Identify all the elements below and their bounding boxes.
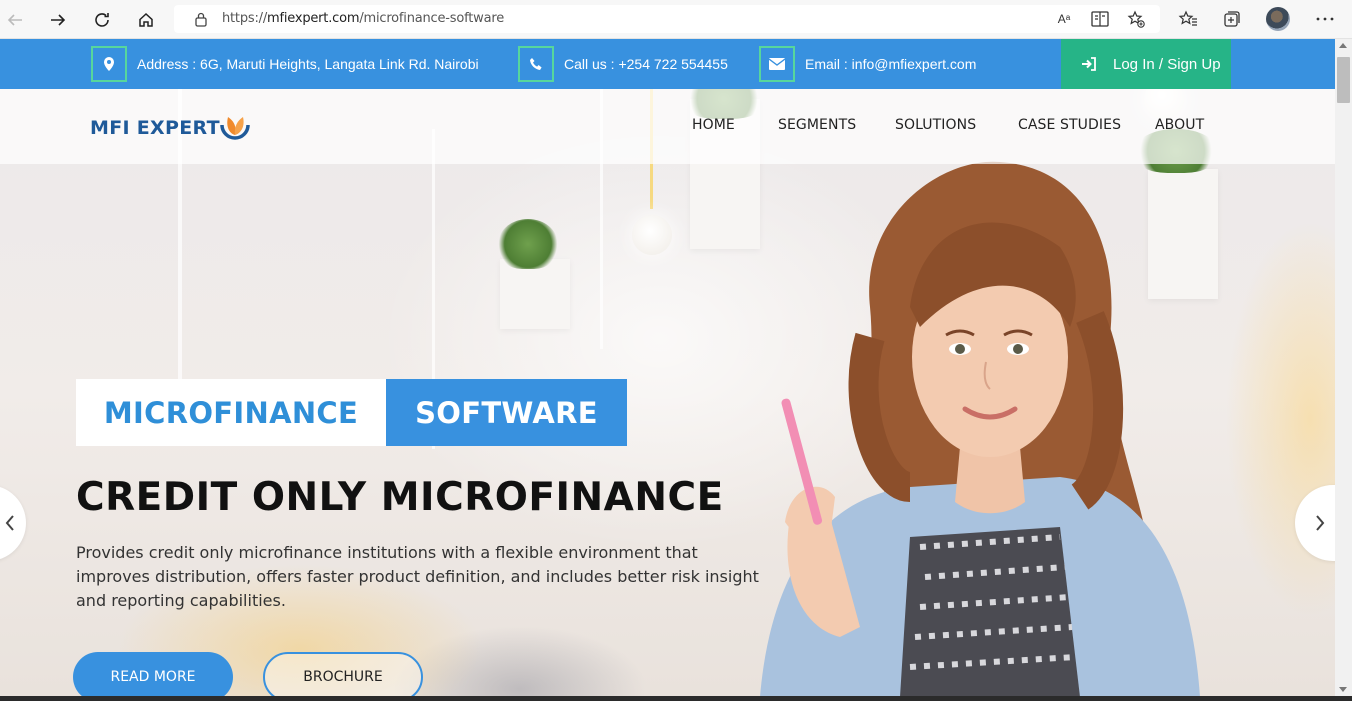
email-info[interactable]: Email : info@mfiexpert.com	[759, 46, 976, 82]
scroll-thumb[interactable]	[1337, 57, 1350, 103]
ceiling-lamp	[632, 215, 672, 255]
hero-tag-microfinance-text: MICROFINANCE	[103, 395, 359, 430]
nav-segments[interactable]: SEGMENTS	[778, 117, 856, 133]
hero-tag-software-text: SOFTWARE	[415, 395, 598, 430]
nav-solutions[interactable]: SOLUTIONS	[895, 117, 976, 133]
scroll-up-icon[interactable]	[1339, 43, 1347, 48]
url-text[interactable]: https://mfiexpert.com/microfinance-softw…	[222, 11, 504, 26]
envelope-icon	[759, 46, 795, 82]
read-more-button[interactable]: READ MORE	[73, 652, 233, 696]
reader-view-icon[interactable]	[1090, 10, 1110, 28]
web-page: Address : 6G, Maruti Heights, Langata Li…	[0, 39, 1335, 696]
taskbar-strip	[0, 696, 1352, 701]
back-icon[interactable]	[2, 7, 28, 33]
brochure-button[interactable]: BROCHURE	[263, 652, 423, 696]
woman-photo	[760, 161, 1200, 696]
chevron-left-icon	[5, 515, 14, 531]
read-aloud-icon[interactable]: Aᵃ	[1054, 10, 1074, 28]
sign-in-icon	[1082, 57, 1096, 71]
more-menu-icon[interactable]	[1314, 8, 1336, 30]
forward-icon[interactable]	[45, 7, 71, 33]
browser-toolbar: https://mfiexpert.com/microfinance-softw…	[0, 0, 1352, 39]
hero-tag-software: SOFTWARE	[386, 379, 627, 446]
favorites-icon[interactable]	[1177, 8, 1199, 30]
site-logo[interactable]: MFI EXPERT	[90, 113, 252, 143]
chevron-right-icon	[1316, 515, 1325, 531]
address-text: Address : 6G, Maruti Heights, Langata Li…	[137, 56, 479, 72]
address-bar[interactable]: https://mfiexpert.com/microfinance-softw…	[174, 5, 1160, 33]
phone-info[interactable]: Call us : +254 722 554455	[518, 46, 728, 82]
contact-topbar: Address : 6G, Maruti Heights, Langata Li…	[0, 39, 1335, 89]
nav-home[interactable]: HOME	[692, 117, 735, 133]
login-signup-button[interactable]: Log In / Sign Up	[1061, 39, 1231, 89]
add-favorite-icon[interactable]	[1126, 10, 1146, 28]
collections-icon[interactable]	[1221, 8, 1243, 30]
login-label: Log In / Sign Up	[1113, 55, 1221, 73]
refresh-icon[interactable]	[89, 7, 115, 33]
address-info: Address : 6G, Maruti Heights, Langata Li…	[91, 46, 479, 82]
plant	[498, 219, 558, 269]
hero-headline: CREDIT ONLY MICROFINANCE	[76, 475, 724, 520]
nav-about[interactable]: ABOUT	[1155, 117, 1204, 133]
page-scrollbar[interactable]	[1335, 39, 1352, 696]
lock-icon[interactable]	[194, 11, 208, 27]
home-icon[interactable]	[133, 7, 159, 33]
plant-pot	[500, 259, 570, 329]
phone-icon	[518, 46, 554, 82]
hero-tag-microfinance: MICROFINANCE	[76, 379, 386, 446]
phone-text[interactable]: Call us : +254 722 554455	[564, 56, 728, 72]
logo-leaf-icon	[220, 117, 250, 140]
profile-avatar[interactable]	[1266, 7, 1290, 31]
main-navbar: MFI EXPERT HOME SEGMENTS SOLUTIONS CASE …	[0, 89, 1335, 164]
nav-case-studies[interactable]: CASE STUDIES	[1018, 117, 1121, 133]
logo-text: MFI EXPERT	[90, 117, 220, 139]
hero-description: Provides credit only microfinance instit…	[76, 543, 759, 610]
email-text[interactable]: Email : info@mfiexpert.com	[805, 56, 976, 72]
map-marker-icon	[91, 46, 127, 82]
scroll-down-icon[interactable]	[1339, 687, 1347, 692]
